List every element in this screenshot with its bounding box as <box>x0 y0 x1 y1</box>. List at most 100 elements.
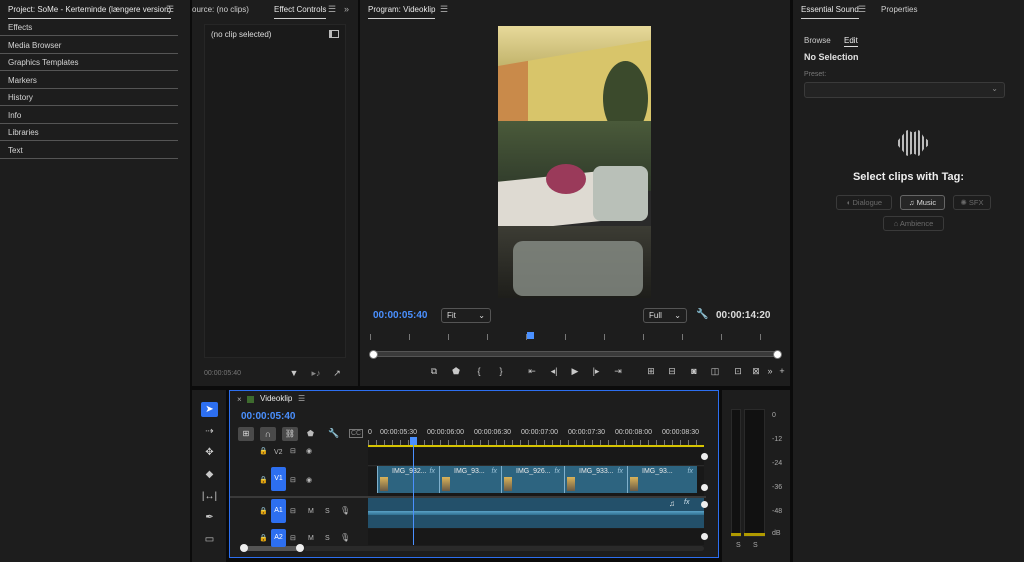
h-scroll-left[interactable] <box>240 544 248 552</box>
razor-icon[interactable]: ◆ <box>201 467 218 482</box>
go-to-in-icon[interactable]: ⇤ <box>526 366 538 376</box>
selection-tool-icon[interactable]: ➤ <box>201 402 218 417</box>
export-frame-icon[interactable]: ⊠ <box>750 366 762 376</box>
pen-icon[interactable]: ✒ <box>201 510 218 525</box>
scrollbar-v-bottom[interactable] <box>701 484 708 491</box>
solo-button[interactable]: S <box>325 534 330 544</box>
preset-dropdown[interactable]: ⌄ <box>804 82 1005 98</box>
go-to-out-icon[interactable]: ⇥ <box>612 366 624 376</box>
lock-icon[interactable]: 🔒 <box>259 476 268 486</box>
video-clip[interactable]: IMG_932... fx <box>377 466 439 493</box>
eye-icon[interactable]: ◉ <box>306 476 312 486</box>
lock-icon[interactable]: 🔒 <box>259 534 268 544</box>
project-item-info[interactable]: Info <box>0 107 178 124</box>
funnel-icon[interactable]: ▼ <box>288 368 300 378</box>
timeline-playhead-handle[interactable] <box>410 437 417 445</box>
tag-sfx-button[interactable]: ✺ SFX <box>953 195 991 210</box>
a1-track-target[interactable]: A1 <box>271 499 286 523</box>
mark-in-icon[interactable]: { <box>473 366 485 376</box>
project-item-libraries[interactable]: Libraries <box>0 124 178 141</box>
sync-lock-icon[interactable]: ⊟ <box>290 476 296 486</box>
h-scroll-right[interactable] <box>296 544 304 552</box>
program-timecode[interactable]: 00:00:05:40 <box>373 310 427 321</box>
project-item-media-browser[interactable]: Media Browser <box>0 37 178 54</box>
mark-out-icon[interactable]: } <box>495 366 507 376</box>
menu-icon[interactable]: ☰ <box>858 0 866 19</box>
timeline-timecode[interactable]: 00:00:05:40 <box>241 411 295 422</box>
export-icon[interactable]: ↗ <box>331 368 343 378</box>
mic-icon[interactable]: 🎙 <box>340 506 350 516</box>
video-clip[interactable]: IMG_933... fx <box>564 466 627 493</box>
camera-icon[interactable]: ◙ <box>688 366 700 376</box>
v2-track-label[interactable]: V2 <box>274 448 283 458</box>
quality-dropdown[interactable]: Full ⌄ <box>643 308 687 323</box>
eye-icon[interactable]: ◉ <box>306 447 312 457</box>
sync-lock-icon[interactable]: ⊟ <box>290 447 296 457</box>
tab-source[interactable]: ource: (no clips) <box>192 0 249 19</box>
add-marker-icon[interactable]: ⬟ <box>307 429 314 438</box>
slip-tool-icon[interactable]: |↔| <box>201 489 218 504</box>
step-back-icon[interactable]: ◂| <box>548 366 560 376</box>
fit-dropdown[interactable]: Fit ⌄ <box>441 308 491 323</box>
scrollbar-v-top[interactable] <box>701 453 708 460</box>
h-scrollbar[interactable] <box>242 546 300 551</box>
insert-icon[interactable]: ⊞ <box>645 366 657 376</box>
playhead-marker[interactable] <box>527 332 534 339</box>
scrollbar-a-bottom[interactable] <box>701 533 708 540</box>
sync-lock-icon[interactable]: ⊟ <box>290 534 296 544</box>
tag-music-button[interactable]: ♫ Music <box>900 195 945 210</box>
v1-track-target[interactable]: V1 <box>271 467 286 491</box>
step-forward-icon[interactable]: |▸ <box>590 366 602 376</box>
export-audio-icon[interactable]: ▸♪ <box>310 368 322 378</box>
menu-icon[interactable]: ☰ <box>166 0 174 19</box>
mute-button[interactable]: M <box>308 507 314 517</box>
track-select-tool-icon[interactable]: ⇢ <box>201 424 218 439</box>
h-scroll-track[interactable] <box>304 546 704 551</box>
browse-tab[interactable]: Browse <box>804 36 831 45</box>
wrench-icon[interactable]: 🔧 <box>696 310 708 320</box>
close-icon[interactable]: × <box>237 395 242 404</box>
video-clip[interactable]: IMG_93... fx <box>627 466 697 493</box>
wrench-icon[interactable]: 🔧 <box>328 428 339 439</box>
snap-icon[interactable]: ∩ <box>260 427 276 441</box>
project-item-text[interactable]: Text <box>0 142 178 159</box>
menu-icon[interactable]: ☰ <box>440 0 448 19</box>
meter-solo-right[interactable]: S <box>753 542 758 549</box>
edit-tab[interactable]: Edit <box>844 36 858 47</box>
tag-dialogue-button[interactable]: ◖ Dialogue <box>836 195 892 210</box>
zoom-scrollbar[interactable] <box>372 351 778 357</box>
tag-ambience-button[interactable]: ⌂ Ambience <box>883 216 944 231</box>
overwrite-icon[interactable]: ⊟ <box>666 366 678 376</box>
scroll-handle-right[interactable] <box>773 350 782 359</box>
play-icon[interactable]: ▶ <box>569 366 581 376</box>
lock-icon[interactable]: 🔒 <box>259 507 268 517</box>
lift-icon[interactable]: ⧉ <box>428 366 440 376</box>
panel-toggle-icon[interactable] <box>329 30 339 38</box>
menu-icon[interactable]: ☰ <box>328 0 336 19</box>
tab-project[interactable]: Project: SoMe - Kerteminde (længere vers… <box>8 0 172 19</box>
sync-lock-icon[interactable]: ⊟ <box>290 507 296 517</box>
program-monitor-title[interactable]: Program: Videoklip <box>368 0 436 19</box>
linked-selection-icon[interactable]: ⛓ <box>282 427 298 441</box>
captions-icon[interactable]: CC <box>349 429 364 438</box>
mute-button[interactable]: M <box>308 534 314 544</box>
more-icon[interactable]: » <box>764 366 776 376</box>
sequence-tab[interactable]: Videoklip <box>260 394 292 403</box>
meter-solo-left[interactable]: S <box>736 542 741 549</box>
tab-properties[interactable]: Properties <box>881 0 917 19</box>
scroll-handle-left[interactable] <box>369 350 378 359</box>
menu-icon[interactable]: ☰ <box>298 394 305 403</box>
tab-essential-sound[interactable]: Essential Sound <box>801 0 859 19</box>
ripple-edit-tool-icon[interactable]: ✥ <box>201 445 218 460</box>
lock-icon[interactable]: 🔒 <box>259 447 268 457</box>
project-item-graphics-templates[interactable]: Graphics Templates <box>0 54 178 71</box>
scrollbar-a-top[interactable] <box>701 501 708 508</box>
project-item-effects[interactable]: Effects <box>0 19 178 36</box>
comparison-view-icon[interactable]: ◫ <box>709 366 721 376</box>
video-clip[interactable]: IMG_93... fx <box>439 466 501 493</box>
mic-icon[interactable]: 🎙 <box>340 533 350 543</box>
rectangle-tool-icon[interactable]: ▭ <box>201 532 218 547</box>
video-clip[interactable]: IMG_926... fx <box>501 466 564 493</box>
solo-button[interactable]: S <box>325 507 330 517</box>
expand-panels-icon[interactable]: » <box>344 0 349 19</box>
